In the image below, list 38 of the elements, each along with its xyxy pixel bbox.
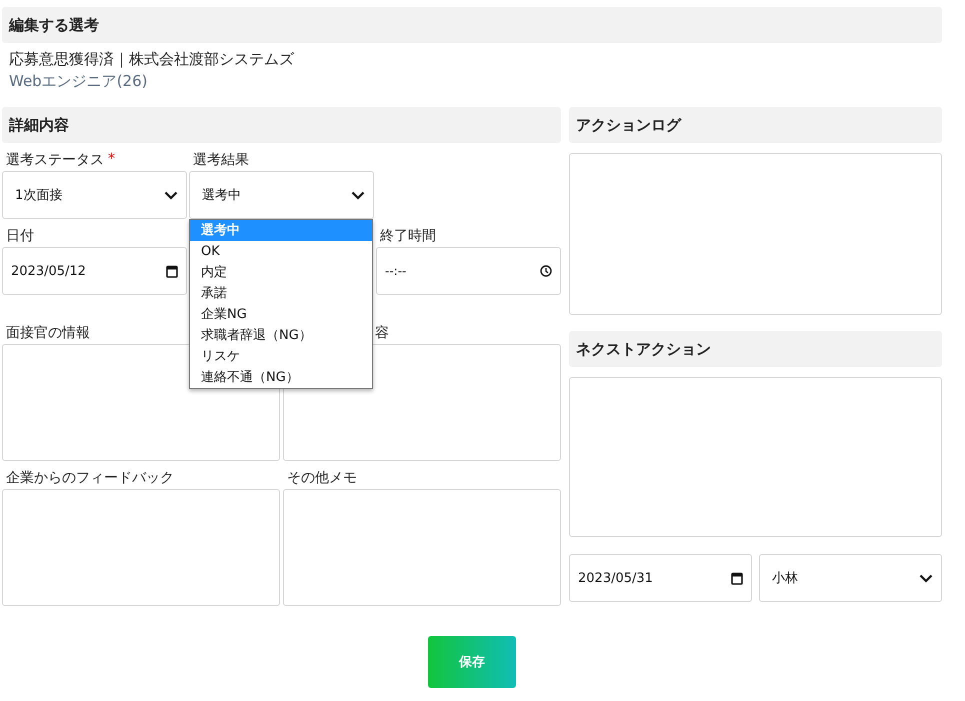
calendar-icon xyxy=(166,264,178,278)
result-select[interactable]: 選考中 xyxy=(189,171,374,219)
field-label: 面接官の情報 xyxy=(6,324,90,343)
section-header: ネクストアクション xyxy=(569,331,942,367)
required-mark: * xyxy=(108,151,115,169)
chevron-down-icon xyxy=(919,574,933,582)
text-area[interactable] xyxy=(569,153,942,315)
time-field[interactable]: --:-- xyxy=(376,247,561,295)
dropdown-option[interactable]: 連絡不通（NG） xyxy=(190,367,372,388)
candidate-summary: 応募意思獲得済｜株式会社渡部システムズ xyxy=(9,49,295,70)
dropdown-option[interactable]: 承諾 xyxy=(190,283,372,304)
dropdown-option[interactable]: 内定 xyxy=(190,262,372,283)
text-area[interactable] xyxy=(283,489,561,606)
calendar-icon xyxy=(731,572,743,584)
dropdown-option[interactable]: 求職者辞退（NG） xyxy=(190,325,372,346)
section-header: 編集する選考 xyxy=(2,7,942,43)
status-select[interactable]: 1次面接 xyxy=(2,171,187,219)
field-label: 企業からのフィードバック xyxy=(6,469,174,488)
chevron-down-icon xyxy=(351,190,365,200)
dropdown-option[interactable]: 企業NG xyxy=(190,304,372,325)
field-label: 日付 xyxy=(6,227,34,246)
text-area[interactable] xyxy=(569,377,942,537)
text-area[interactable] xyxy=(2,489,280,606)
section-header: アクションログ xyxy=(569,107,942,143)
field-label: 選考結果 xyxy=(193,151,249,170)
dropdown-option[interactable]: リスケ xyxy=(190,346,372,367)
section-header: 詳細内容 xyxy=(2,107,561,143)
date-field[interactable]: 2023/05/12 xyxy=(2,247,187,295)
field-label: 容 xyxy=(375,324,389,343)
dropdown-option[interactable]: OK xyxy=(190,241,372,262)
position-text: Webエンジニア(26) xyxy=(9,71,148,92)
chevron-down-icon xyxy=(164,190,178,200)
assignee-select[interactable]: 小林 xyxy=(759,554,942,602)
field-label: その他メモ xyxy=(287,469,357,488)
date-field[interactable]: 2023/05/31 xyxy=(569,554,752,602)
field-label: 終了時間 xyxy=(380,227,436,246)
clock-icon xyxy=(540,265,552,277)
field-label: 選考ステータス xyxy=(6,151,104,170)
